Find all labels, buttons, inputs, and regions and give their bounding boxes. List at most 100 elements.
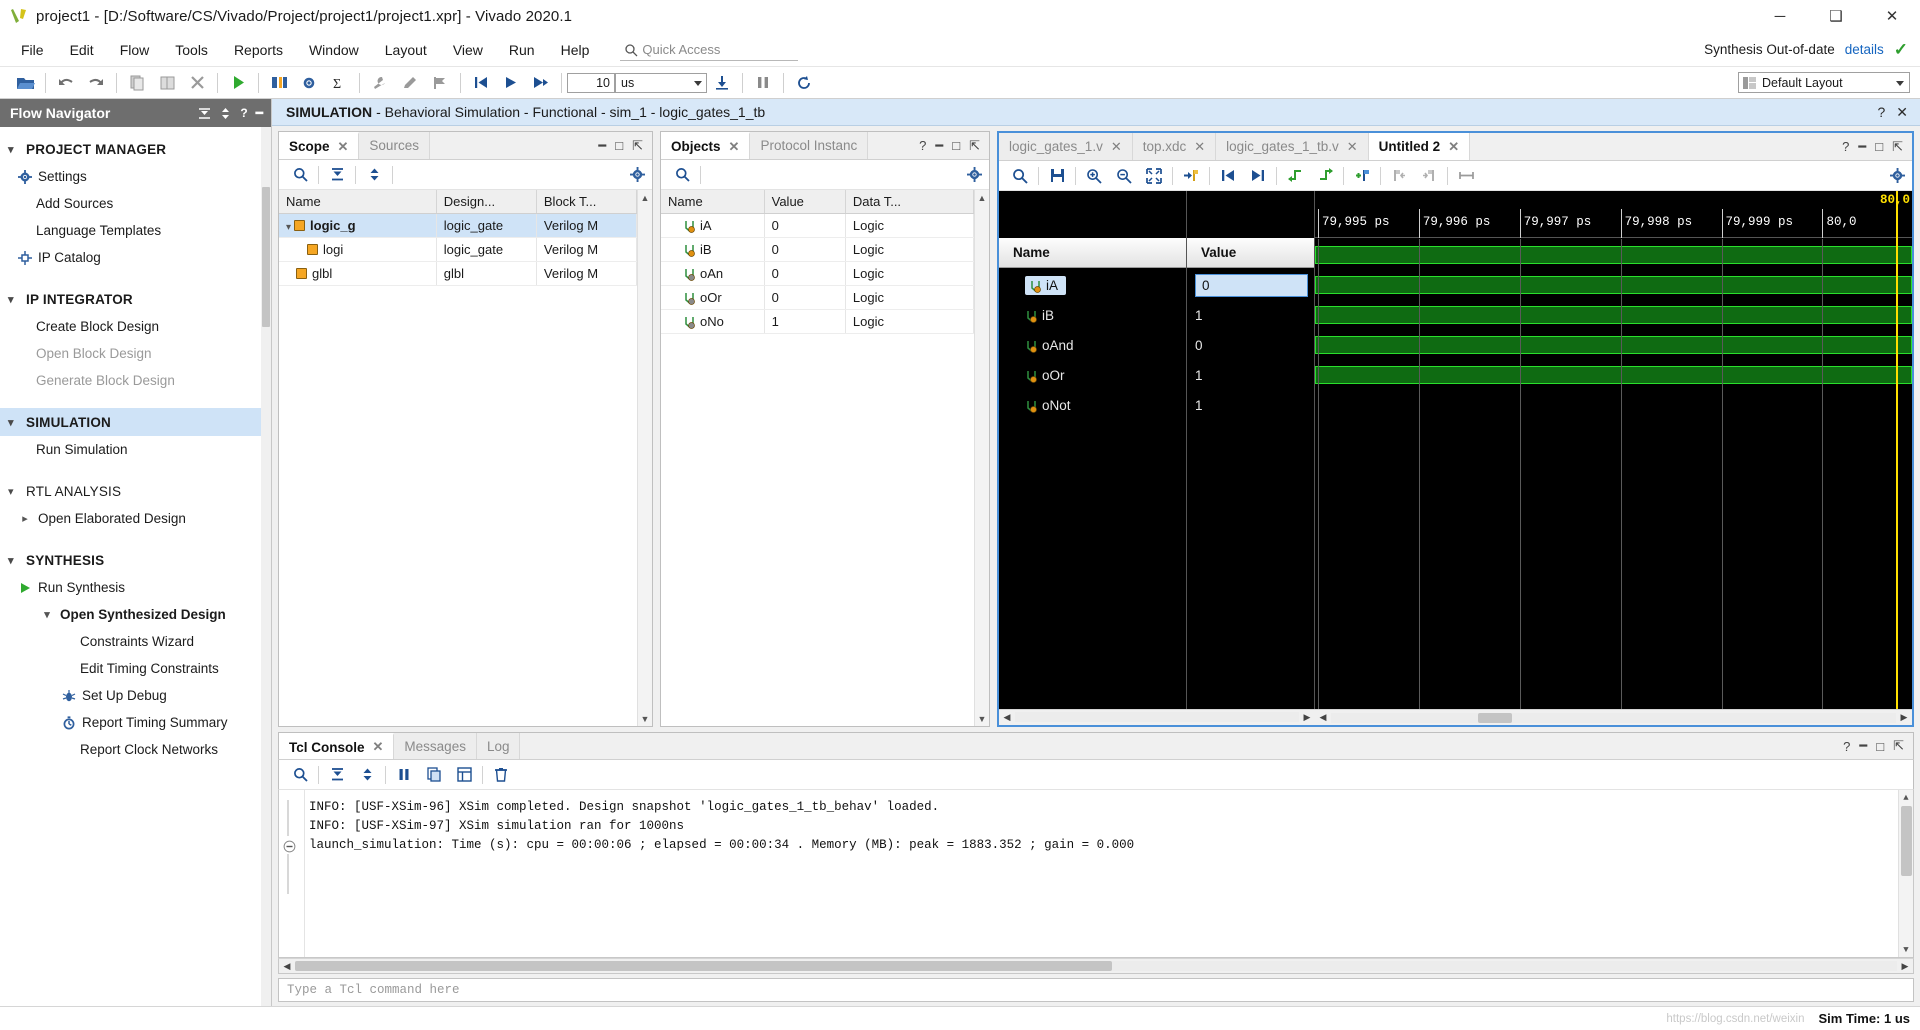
close-icon[interactable]: ✕ bbox=[1347, 139, 1358, 155]
column-header-block-type[interactable]: Block T... bbox=[536, 190, 637, 214]
zoom-fit-icon[interactable] bbox=[1139, 164, 1169, 188]
objects-settings-gear-icon[interactable] bbox=[959, 163, 989, 187]
scroll-up-icon[interactable]: ▲ bbox=[638, 190, 652, 205]
waveform-time-ruler[interactable]: 79,995 ps 79,996 ps 79,997 ps 79,998 ps 79,9… bbox=[1315, 191, 1912, 238]
save-icon[interactable] bbox=[1042, 164, 1072, 188]
sidebar-item-open-elaborated-design[interactable]: ▸ Open Elaborated Design bbox=[0, 505, 271, 532]
waveform-signal-row[interactable]: iB bbox=[999, 300, 1186, 330]
sidebar-section-rtl-analysis[interactable]: ▾ RTL ANALYSIS bbox=[0, 477, 271, 505]
sidebar-item-report-timing-summary[interactable]: Report Timing Summary bbox=[0, 709, 271, 736]
scroll-down-icon[interactable]: ▼ bbox=[638, 711, 652, 726]
measure-icon[interactable] bbox=[1451, 164, 1481, 188]
zoom-out-icon[interactable] bbox=[1109, 164, 1139, 188]
paste-icon[interactable] bbox=[152, 70, 182, 96]
sidebar-section-project-manager[interactable]: ▾ PROJECT MANAGER bbox=[0, 135, 271, 163]
menu-layout[interactable]: Layout bbox=[372, 38, 440, 62]
expand-toggle-icon[interactable] bbox=[219, 107, 232, 120]
scope-settings-gear-icon[interactable] bbox=[622, 163, 652, 187]
close-icon[interactable]: ✕ bbox=[338, 139, 349, 155]
menu-view[interactable]: View bbox=[440, 38, 496, 62]
sidebar-item-settings[interactable]: Settings bbox=[0, 163, 271, 190]
previous-edge-icon[interactable] bbox=[1280, 164, 1310, 188]
sim-restart-icon[interactable] bbox=[466, 70, 496, 96]
wrench-icon[interactable] bbox=[365, 70, 395, 96]
scroll-right-icon[interactable]: ▶ bbox=[1897, 961, 1913, 972]
scroll-left-icon[interactable]: ◀ bbox=[279, 961, 295, 972]
table-row[interactable]: ▾ logic_g logic_gate Verilog M bbox=[279, 213, 637, 238]
scroll-up-icon[interactable]: ▲ bbox=[975, 190, 989, 205]
add-marker-icon[interactable] bbox=[1347, 164, 1377, 188]
sidebar-item-create-block-design[interactable]: Create Block Design bbox=[0, 313, 271, 340]
collapse-all-icon[interactable] bbox=[322, 163, 352, 187]
scroll-up-icon[interactable]: ▲ bbox=[1899, 790, 1913, 805]
report-icon[interactable] bbox=[449, 763, 479, 787]
search-icon[interactable] bbox=[285, 763, 315, 787]
tab-messages[interactable]: Messages bbox=[394, 733, 477, 759]
minimize-panel-icon[interactable]: ━ bbox=[1858, 139, 1866, 155]
restart-icon[interactable] bbox=[789, 70, 819, 96]
previous-transition-icon[interactable] bbox=[1213, 164, 1243, 188]
zoom-in-icon[interactable] bbox=[1079, 164, 1109, 188]
sidebar-item-generate-block-design[interactable]: Generate Block Design bbox=[0, 367, 271, 394]
minimize-panel-icon[interactable]: ━ bbox=[1859, 738, 1867, 754]
sigma-icon[interactable]: Σ bbox=[324, 70, 354, 96]
collapse-all-icon[interactable] bbox=[198, 107, 211, 120]
collapse-block-icon[interactable] bbox=[283, 840, 296, 853]
pause-icon[interactable] bbox=[748, 70, 778, 96]
quick-access-input[interactable]: Quick Access bbox=[620, 39, 799, 61]
run-time-unit-select[interactable]: us bbox=[615, 72, 707, 93]
layout-select[interactable]: Default Layout bbox=[1738, 72, 1910, 93]
sidebar-item-report-clock-networks[interactable]: Report Clock Networks bbox=[0, 736, 271, 763]
flag-icon[interactable] bbox=[425, 70, 455, 96]
waveform-signal-value[interactable]: 1 bbox=[1187, 300, 1314, 330]
scroll-down-icon[interactable]: ▼ bbox=[1899, 942, 1913, 957]
console-hscrollbar[interactable]: ◀ ▶ bbox=[278, 958, 1914, 974]
chevron-down-icon[interactable]: ▾ bbox=[286, 222, 291, 233]
console-scroll-thumb[interactable] bbox=[1901, 806, 1912, 876]
menu-edit[interactable]: Edit bbox=[57, 38, 107, 62]
next-transition-icon[interactable] bbox=[1243, 164, 1273, 188]
minimize-panel-icon[interactable]: ━ bbox=[935, 138, 943, 154]
waveform-signal-row[interactable]: iA bbox=[999, 270, 1186, 300]
column-header-name[interactable]: Name bbox=[279, 190, 437, 214]
column-header-data-type[interactable]: Data T... bbox=[845, 190, 974, 214]
waveform-signal-row[interactable]: oOr bbox=[999, 360, 1186, 390]
run-icon[interactable] bbox=[223, 70, 253, 96]
waveform-settings-gear-icon[interactable] bbox=[1882, 164, 1912, 188]
next-edge-icon[interactable] bbox=[1310, 164, 1340, 188]
redo-icon[interactable] bbox=[81, 70, 111, 96]
compile-icon[interactable] bbox=[264, 70, 294, 96]
sidebar-item-open-synthesized-design[interactable]: ▾ Open Synthesized Design bbox=[0, 601, 271, 628]
help-icon[interactable]: ? bbox=[1843, 739, 1850, 754]
tab-top-xdc[interactable]: top.xdc ✕ bbox=[1132, 133, 1217, 160]
tab-logic-gates-1-tb-v[interactable]: logic_gates_1_tb.v ✕ bbox=[1216, 133, 1369, 160]
previous-marker-icon[interactable] bbox=[1384, 164, 1414, 188]
close-icon[interactable]: ✕ bbox=[373, 739, 384, 755]
sidebar-item-constraints-wizard[interactable]: Constraints Wizard bbox=[0, 628, 271, 655]
minimize-panel-icon[interactable]: ━ bbox=[598, 138, 606, 154]
tcl-command-input[interactable]: Type a Tcl command here bbox=[278, 978, 1914, 1002]
open-project-icon[interactable] bbox=[10, 70, 40, 96]
sidebar-scroll-thumb[interactable] bbox=[262, 187, 270, 327]
maximize-panel-icon[interactable]: □ bbox=[952, 138, 960, 153]
console-vscrollbar[interactable]: ▲ ▼ bbox=[1898, 790, 1913, 957]
sidebar-section-ip-integrator[interactable]: ▾ IP INTEGRATOR bbox=[0, 285, 271, 313]
console-hscroll-track[interactable] bbox=[295, 961, 1897, 971]
search-icon[interactable] bbox=[285, 163, 315, 187]
sidebar-item-ip-catalog[interactable]: IP Catalog bbox=[0, 244, 271, 271]
console-output[interactable]: INFO: [USF-XSim-96] XSim completed. Desi… bbox=[278, 790, 1914, 958]
table-row[interactable]: iB 0 Logic bbox=[661, 237, 974, 262]
menu-run[interactable]: Run bbox=[496, 38, 548, 62]
sim-run-step-icon[interactable] bbox=[526, 70, 556, 96]
waveform-signal-row[interactable]: oAnd bbox=[999, 330, 1186, 360]
table-row[interactable]: glbl glbl Verilog M bbox=[279, 261, 637, 286]
objects-vscrollbar[interactable]: ▲ ▼ bbox=[974, 190, 989, 726]
cancel-icon[interactable] bbox=[182, 70, 212, 96]
float-panel-icon[interactable]: ⇱ bbox=[632, 138, 643, 154]
pencil-icon[interactable] bbox=[395, 70, 425, 96]
sidebar-item-run-synthesis[interactable]: Run Synthesis bbox=[0, 574, 271, 601]
waveform-hscroll-thumb[interactable] bbox=[1477, 712, 1512, 723]
scroll-left-icon[interactable]: ◀ bbox=[1315, 712, 1331, 723]
sidebar-item-language-templates[interactable]: Language Templates bbox=[0, 217, 271, 244]
waveform-signal-value[interactable]: 1 bbox=[1187, 390, 1314, 420]
